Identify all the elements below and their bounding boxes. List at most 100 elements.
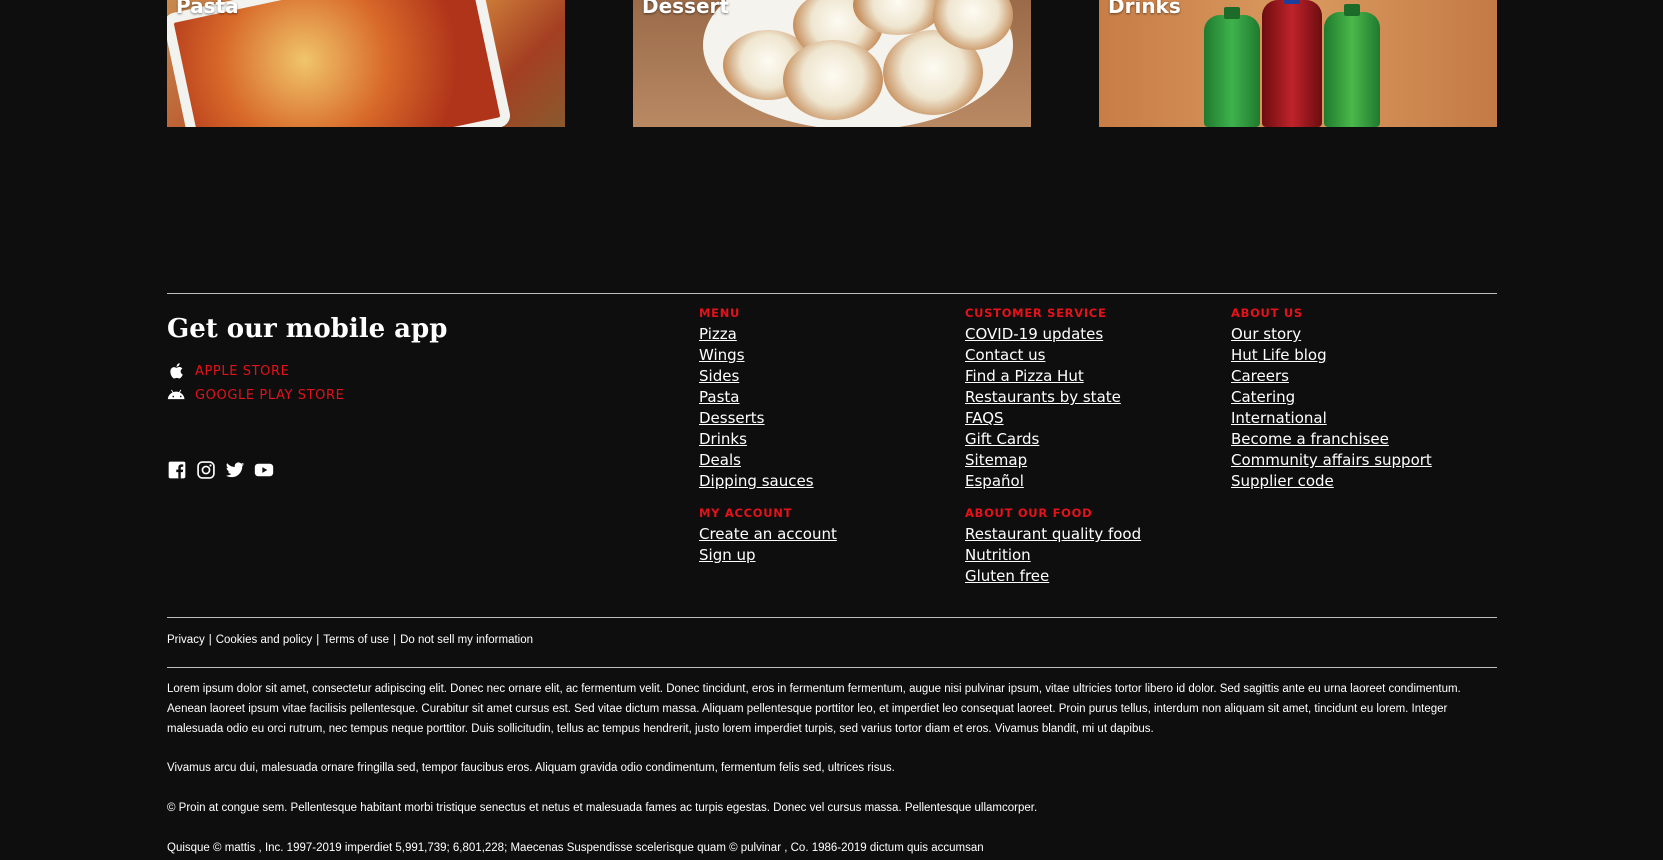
footer-link-community-affairs[interactable]: Community affairs support	[1231, 451, 1432, 469]
footer-middle-divider	[167, 617, 1497, 618]
list-item: Careers	[1231, 366, 1432, 387]
category-card-drinks[interactable]: Drinks	[1099, 0, 1497, 127]
youtube-icon[interactable]	[254, 460, 274, 480]
footer-link-drinks[interactable]: Drinks	[699, 430, 747, 448]
list-item: Pasta	[699, 387, 837, 408]
footer-link-dipping-sauces[interactable]: Dipping sauces	[699, 472, 814, 490]
footer-link-our-story[interactable]: Our story	[1231, 325, 1301, 343]
about-food-links: Restaurant quality food Nutrition Gluten…	[965, 524, 1141, 587]
copyright-paragraph: © Proin at congue sem. Pellentesque habi…	[167, 802, 1038, 814]
list-item: Drinks	[699, 429, 837, 450]
list-item: Contact us	[965, 345, 1141, 366]
legal-separator: |	[316, 634, 320, 646]
footer-link-pasta[interactable]: Pasta	[699, 388, 739, 406]
section-heading-customer-service: CUSTOMER SERVICE	[965, 306, 1107, 320]
footer-link-wings[interactable]: Wings	[699, 346, 745, 364]
section-heading-about-our-food: ABOUT OUR FOOD	[965, 506, 1093, 520]
list-item: Gift Cards	[965, 429, 1141, 450]
list-item: Supplier code	[1231, 471, 1432, 492]
instagram-icon[interactable]	[196, 460, 216, 480]
list-item: Community affairs support	[1231, 450, 1432, 471]
section-heading-my-account: MY ACCOUNT	[699, 506, 793, 520]
footer-link-sides[interactable]: Sides	[699, 367, 739, 385]
apple-icon	[170, 363, 183, 379]
apple-store-link[interactable]: APPLE STORE	[167, 361, 289, 381]
android-icon	[167, 389, 185, 400]
footer-link-sign-up[interactable]: Sign up	[699, 546, 756, 564]
footer-link-espanol[interactable]: Español	[965, 472, 1024, 490]
disclaimer-paragraph: Vivamus arcu dui, malesuada ornare fring…	[167, 762, 895, 774]
privacy-link[interactable]: Privacy	[167, 634, 205, 646]
footer-link-careers[interactable]: Careers	[1231, 367, 1289, 385]
footer-link-nutrition[interactable]: Nutrition	[965, 546, 1031, 564]
footer-link-restaurants-by-state[interactable]: Restaurants by state	[965, 388, 1121, 406]
footer-link-gift-cards[interactable]: Gift Cards	[965, 430, 1039, 448]
footer-column-menu: MENU Pizza Wings Sides Pasta Desserts Dr…	[699, 306, 837, 580]
facebook-icon[interactable]	[167, 460, 187, 480]
footer-link-catering[interactable]: Catering	[1231, 388, 1295, 406]
account-links: Create an account Sign up	[699, 524, 837, 566]
list-item: International	[1231, 408, 1432, 429]
list-item: Create an account	[699, 524, 837, 545]
category-card-pasta[interactable]: Pasta	[167, 0, 565, 127]
list-item: Wings	[699, 345, 837, 366]
footer-link-restaurant-quality[interactable]: Restaurant quality food	[965, 525, 1141, 543]
list-item: Catering	[1231, 387, 1432, 408]
footer-link-create-account[interactable]: Create an account	[699, 525, 837, 543]
list-item: Español	[965, 471, 1141, 492]
list-item: Sides	[699, 366, 837, 387]
google-play-store-label: GOOGLE PLAY STORE	[195, 387, 345, 403]
footer-top-divider	[167, 293, 1497, 294]
list-item: Become a franchisee	[1231, 429, 1432, 450]
category-label: Dessert	[642, 0, 729, 18]
footer-link-faqs[interactable]: FAQS	[965, 409, 1004, 427]
footer-link-deals[interactable]: Deals	[699, 451, 741, 469]
bottle-image	[1324, 4, 1380, 127]
social-links	[167, 460, 274, 480]
mobile-app-title: Get our mobile app	[167, 314, 448, 344]
disclaimer-paragraph: Lorem ipsum dolor sit amet, consectetur …	[167, 683, 1461, 735]
footer-link-sitemap[interactable]: Sitemap	[965, 451, 1027, 469]
customer-service-links: COVID-19 updates Contact us Find a Pizza…	[965, 324, 1141, 492]
list-item: Restaurants by state	[965, 387, 1141, 408]
footer-link-hut-life-blog[interactable]: Hut Life blog	[1231, 346, 1327, 364]
pasta-image	[167, 0, 513, 127]
list-item: FAQS	[965, 408, 1141, 429]
cookies-policy-link[interactable]: Cookies and policy	[216, 634, 313, 646]
do-not-sell-link[interactable]: Do not sell my information	[400, 634, 533, 646]
list-item: Nutrition	[965, 545, 1141, 566]
google-play-store-link[interactable]: GOOGLE PLAY STORE	[167, 385, 344, 405]
patent-paragraph: Quisque © mattis , Inc. 1997-2019 imperd…	[167, 842, 984, 854]
footer-column-customer-service: CUSTOMER SERVICE COVID-19 updates Contac…	[965, 306, 1141, 601]
footer-link-become-franchisee[interactable]: Become a franchisee	[1231, 430, 1389, 448]
footer-link-gluten-free[interactable]: Gluten free	[965, 567, 1049, 585]
category-label: Drinks	[1108, 0, 1181, 18]
list-item: Restaurant quality food	[965, 524, 1141, 545]
category-label: Pasta	[176, 0, 239, 18]
list-item: Deals	[699, 450, 837, 471]
list-item: Dipping sauces	[699, 471, 837, 492]
bottle-image	[1262, 0, 1322, 127]
footer-link-covid-updates[interactable]: COVID-19 updates	[965, 325, 1103, 343]
legal-separator: |	[208, 634, 212, 646]
footer-column-about-us: ABOUT US Our story Hut Life blog Careers…	[1231, 306, 1432, 506]
section-heading-about-us: ABOUT US	[1231, 306, 1303, 320]
list-item: Our story	[1231, 324, 1432, 345]
footer-link-supplier-code[interactable]: Supplier code	[1231, 472, 1334, 490]
terms-of-use-link[interactable]: Terms of use	[323, 634, 389, 646]
list-item: COVID-19 updates	[965, 324, 1141, 345]
footer-link-desserts[interactable]: Desserts	[699, 409, 765, 427]
footer-bottom-divider	[167, 667, 1497, 668]
footer-link-contact-us[interactable]: Contact us	[965, 346, 1045, 364]
list-item: Gluten free	[965, 566, 1141, 587]
menu-links: Pizza Wings Sides Pasta Desserts Drinks …	[699, 324, 837, 492]
footer-link-international[interactable]: International	[1231, 409, 1327, 427]
footer-link-pizza[interactable]: Pizza	[699, 325, 737, 343]
twitter-icon[interactable]	[225, 460, 245, 480]
footer-link-find-pizza-hut[interactable]: Find a Pizza Hut	[965, 367, 1084, 385]
legal-separator: |	[393, 634, 397, 646]
category-card-dessert[interactable]: Dessert	[633, 0, 1031, 127]
list-item: Sitemap	[965, 450, 1141, 471]
apple-store-label: APPLE STORE	[195, 363, 290, 379]
list-item: Pizza	[699, 324, 837, 345]
